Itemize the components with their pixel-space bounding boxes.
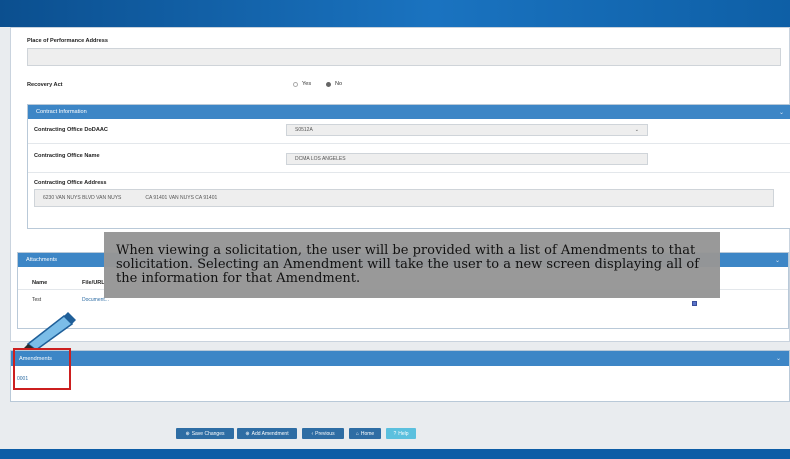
add-amendment-button[interactable]: ⊕ Add Amendment (237, 428, 297, 439)
footer-area (10, 402, 790, 449)
home-label: Home (360, 430, 375, 437)
chevron-down-icon[interactable]: ⌄ (776, 355, 781, 362)
checkbox-checked-icon[interactable] (692, 301, 697, 306)
divider (28, 143, 790, 144)
office-address-line1: 6230 VAN NUYS BLVD VAN NUYS (43, 195, 122, 201)
office-address-line2: CA 91401 VAN NUYS CA 91401 (145, 195, 218, 201)
recovery-act-label: Recovery Act (27, 82, 63, 88)
amendments-highlight (13, 348, 71, 390)
instruction-tooltip: When viewing a solicitation, the user wi… (104, 232, 720, 298)
contract-information-title: Contract Information (36, 109, 87, 115)
place-of-performance-label: Place of Performance Address (27, 38, 108, 44)
radio-unchecked-icon (293, 81, 298, 87)
attachment-row-name: Test (32, 297, 42, 303)
office-address-label: Contracting Office Address (34, 180, 107, 186)
attachments-col-name: Name (32, 280, 48, 286)
attachments-title: Attachments (26, 257, 58, 263)
amendments-panel: Amendments ⌄ 0001 (10, 350, 790, 402)
home-icon: ⌂ (355, 430, 359, 437)
dodaac-label: Contracting Office DoDAAC (34, 127, 108, 133)
save-changes-button[interactable]: ⊕ Save Changes (176, 428, 234, 439)
pencil-icon (22, 312, 76, 350)
dodaac-value: S0512A (295, 127, 313, 133)
plus-icon: ⊕ (245, 430, 250, 437)
office-address-field[interactable]: 6230 VAN NUYS BLVD VAN NUYS CA 91401 VAN… (34, 189, 774, 207)
chevron-down-icon[interactable]: ⌄ (779, 109, 784, 116)
contract-information-panel: Contract Information ⌄ Contracting Offic… (27, 104, 790, 229)
chevron-down-icon[interactable]: ⌄ (775, 257, 780, 264)
divider (28, 172, 790, 173)
recovery-act-yes-label: Yes (302, 81, 312, 87)
chevron-down-icon: ⌄ (634, 127, 639, 133)
top-banner (0, 0, 790, 27)
home-button[interactable]: ⌂ Home (349, 428, 381, 439)
contract-information-header[interactable]: Contract Information ⌄ (28, 105, 790, 119)
add-amendment-label: Add Amendment (251, 430, 289, 437)
office-name-field[interactable]: DCMA LOS ANGELES (286, 153, 648, 165)
office-name-value: DCMA LOS ANGELES (295, 156, 346, 162)
recovery-act-yes-radio[interactable]: Yes (293, 81, 311, 87)
help-button[interactable]: ? Help (386, 428, 416, 439)
dodaac-select[interactable]: S0512A ⌄ (286, 124, 648, 136)
save-icon: ⊕ (185, 430, 190, 437)
help-icon: ? (393, 430, 397, 437)
place-of-performance-field[interactable] (27, 48, 781, 66)
previous-label: Previous (315, 430, 335, 437)
amendments-header[interactable]: Amendments ⌄ (11, 351, 789, 366)
save-changes-label: Save Changes (191, 430, 225, 437)
help-label: Help (398, 430, 409, 437)
office-name-label: Contracting Office Name (34, 153, 100, 159)
radio-checked-icon (326, 81, 331, 87)
recovery-act-no-radio[interactable]: No (326, 81, 342, 87)
recovery-act-no-label: No (335, 81, 343, 87)
chevron-left-icon: ‹ (311, 430, 314, 437)
attachments-col-file: File/URL (82, 280, 105, 286)
bottom-banner (0, 449, 790, 459)
previous-button[interactable]: ‹ Previous (302, 428, 344, 439)
